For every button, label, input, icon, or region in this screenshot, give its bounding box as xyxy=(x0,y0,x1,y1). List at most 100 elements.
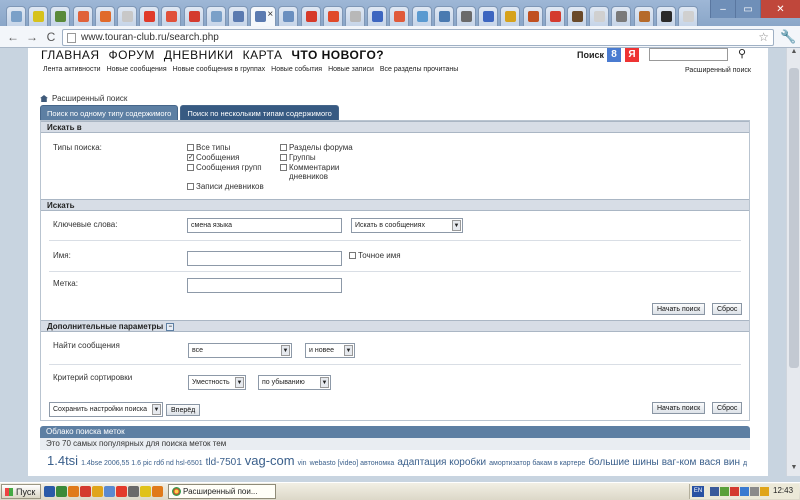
subnav-new-entries[interactable]: Новые записи xyxy=(328,66,374,73)
tag-cloud-item[interactable]: 1.4tsi xyxy=(47,453,78,468)
quicklaunch-icon[interactable] xyxy=(80,486,91,497)
wrench-icon[interactable]: 🔧 xyxy=(780,29,796,45)
browser-tab[interactable] xyxy=(411,6,432,26)
address-bar[interactable]: www.touran-club.ru/search.php ☆ xyxy=(62,29,774,46)
quicklaunch-icon[interactable] xyxy=(44,486,55,497)
quicklaunch-icon[interactable] xyxy=(152,486,163,497)
checkbox-box[interactable] xyxy=(280,164,287,171)
nav-home[interactable]: ГЛАВНАЯ xyxy=(41,48,100,62)
type-all-checkbox[interactable]: Все типы xyxy=(187,143,230,152)
start-search-button[interactable]: Начать поиск xyxy=(652,303,706,315)
nav-diaries[interactable]: ДНЕВНИКИ xyxy=(164,48,234,62)
browser-tab[interactable] xyxy=(117,6,137,26)
tag-input[interactable] xyxy=(187,278,342,293)
nav-whats-new[interactable]: ЧТО НОВОГО? xyxy=(292,48,385,62)
type-diary-comments-checkbox[interactable]: Комментарии дневников xyxy=(280,163,360,181)
page-scrollbar[interactable]: ▲ ▼ xyxy=(786,48,800,476)
checkbox-box[interactable] xyxy=(187,183,194,190)
tray-icon[interactable] xyxy=(730,487,739,496)
exact-name-checkbox[interactable]: Точное имя xyxy=(349,251,401,260)
tag-cloud-item[interactable]: tld-7501 xyxy=(206,457,242,468)
order-select[interactable]: по убыванию ▼ xyxy=(258,375,331,390)
checkbox-box[interactable]: ✓ xyxy=(187,154,194,161)
nav-map[interactable]: КАРТА xyxy=(243,48,283,62)
search-scope-select[interactable]: Искать в сообщениях ▼ xyxy=(351,218,463,233)
subnav-mark-read[interactable]: Все разделы прочитаны xyxy=(380,66,458,73)
chevron-down-icon[interactable]: ▼ xyxy=(281,345,290,356)
browser-tab[interactable] xyxy=(611,6,632,26)
browser-tab[interactable] xyxy=(389,6,410,26)
quicklaunch-icon[interactable] xyxy=(116,486,127,497)
tag-cloud-item[interactable]: vag-com xyxy=(245,453,295,468)
browser-tab[interactable] xyxy=(50,6,71,26)
chevron-down-icon[interactable]: ▼ xyxy=(452,220,461,231)
forward-icon[interactable]: → xyxy=(24,29,40,45)
minimize-icon[interactable]: – xyxy=(710,0,735,18)
type-groups-checkbox[interactable]: Группы xyxy=(280,153,316,162)
maximize-icon[interactable]: ▭ xyxy=(735,0,760,18)
browser-tab[interactable] xyxy=(278,6,299,26)
advanced-search-link[interactable]: Расширенный поиск xyxy=(685,67,751,74)
name-input[interactable] xyxy=(187,251,342,266)
type-group-posts-checkbox[interactable]: Сообщения групп xyxy=(187,163,262,172)
scroll-down-icon[interactable]: ▼ xyxy=(787,464,800,476)
tag-cloud-item[interactable]: вин xyxy=(724,457,740,468)
close-tab-icon[interactable]: × xyxy=(267,9,273,20)
start-button[interactable]: Пуск xyxy=(1,484,42,499)
start-search-button-2[interactable]: Начать поиск xyxy=(652,402,706,414)
browser-tab[interactable] xyxy=(322,6,343,26)
keywords-input[interactable]: смена языка xyxy=(187,218,342,233)
language-indicator[interactable]: EN xyxy=(692,486,704,497)
quicklaunch-icon[interactable] xyxy=(92,486,103,497)
scroll-thumb[interactable] xyxy=(789,68,799,368)
subnav-activity[interactable]: Лента активности xyxy=(43,66,101,73)
browser-tab[interactable] xyxy=(94,6,115,26)
browser-tab[interactable] xyxy=(500,6,521,26)
browser-tab[interactable] xyxy=(589,6,610,26)
reload-icon[interactable]: C xyxy=(43,29,59,45)
search-icon[interactable]: ⚲ xyxy=(738,48,746,60)
tag-cloud-item[interactable]: webasto [video] автономка xyxy=(310,460,395,467)
find-posts-select[interactable]: все ▼ xyxy=(188,343,292,358)
tag-cloud-item[interactable]: большие шины xyxy=(588,457,658,468)
browser-tab[interactable] xyxy=(655,6,676,26)
browser-tab[interactable] xyxy=(6,6,26,26)
tray-icon[interactable] xyxy=(720,487,729,496)
quicklaunch-icon[interactable] xyxy=(140,486,151,497)
tray-icon[interactable] xyxy=(750,487,759,496)
back-icon[interactable]: ← xyxy=(5,29,21,45)
tab-multi-type[interactable]: Поиск по нескольким типам содержимого xyxy=(180,105,339,120)
browser-tab[interactable] xyxy=(567,6,587,26)
subnav-new-posts[interactable]: Новые сообщения xyxy=(107,66,167,73)
google-icon[interactable]: 8 xyxy=(607,48,621,62)
reset-button-2[interactable]: Сброс xyxy=(712,402,743,414)
chevron-down-icon[interactable]: ▼ xyxy=(235,377,244,388)
browser-tab[interactable] xyxy=(139,6,160,26)
tag-cloud-item[interactable]: амортизатор бакам в картере xyxy=(489,460,585,467)
subnav-new-group-posts[interactable]: Новые сообщения в группах xyxy=(173,66,266,73)
tray-icon[interactable] xyxy=(740,487,749,496)
browser-tab[interactable] xyxy=(228,6,248,26)
tag-cloud-item[interactable]: 1.4bse 2006,55 1.6 pic rdб nd hsl-6501 xyxy=(81,460,203,467)
browser-tab[interactable] xyxy=(205,6,226,26)
close-window-icon[interactable]: ✕ xyxy=(760,0,800,18)
checkbox-box[interactable] xyxy=(280,154,287,161)
tab-single-type[interactable]: Поиск по одному типу содержимого xyxy=(40,105,179,120)
sort-select[interactable]: Уместность ▼ xyxy=(188,375,246,390)
browser-tab[interactable] xyxy=(478,6,499,26)
browser-tab[interactable] xyxy=(183,6,204,26)
browser-tab[interactable] xyxy=(433,6,454,26)
browser-tab[interactable] xyxy=(72,6,93,26)
browser-tab[interactable] xyxy=(300,6,321,26)
browser-tab[interactable] xyxy=(456,6,476,26)
reset-button[interactable]: Сброс xyxy=(712,303,743,315)
yandex-icon[interactable]: Я xyxy=(625,48,639,62)
subnav-new-events[interactable]: Новые события xyxy=(271,66,322,73)
browser-tab[interactable] xyxy=(633,6,654,26)
save-settings-select[interactable]: Сохранить настройки поиска ▼ xyxy=(49,402,163,417)
browser-tab[interactable] xyxy=(544,6,565,26)
checkbox-box[interactable] xyxy=(187,144,194,151)
taskbar-window-chrome[interactable]: Расширенный пои... xyxy=(168,484,276,499)
browser-tab[interactable] xyxy=(678,6,698,26)
browser-tab[interactable]: × xyxy=(250,6,277,26)
